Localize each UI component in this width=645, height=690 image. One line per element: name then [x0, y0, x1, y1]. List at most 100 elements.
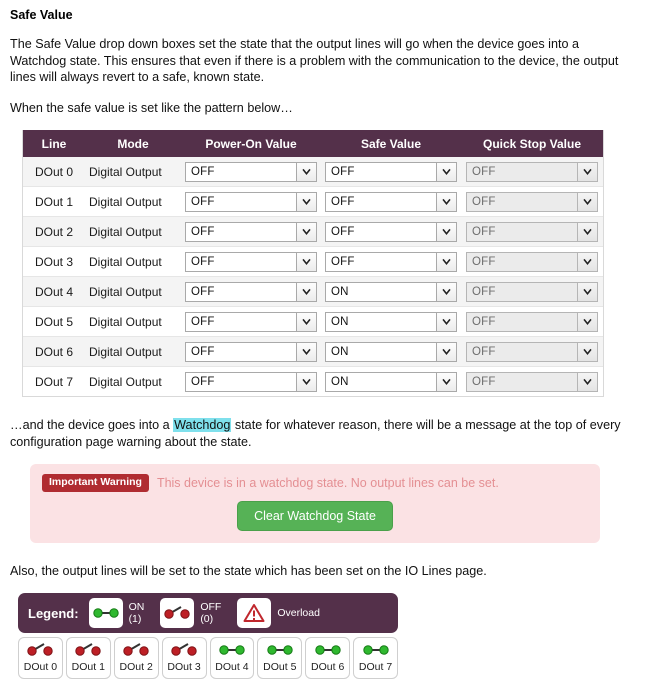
chevron-down-icon[interactable]: [436, 372, 456, 391]
safe-value-select-3[interactable]: OFF: [325, 251, 457, 272]
power-on-value-select-0[interactable]: OFF: [185, 161, 317, 182]
safe-value-select-0[interactable]: OFF: [325, 161, 457, 182]
quick-stop-value-select-6-value: OFF: [472, 345, 496, 358]
safe-value-select-4[interactable]: ON: [325, 281, 457, 302]
switch-closed-green-icon: [362, 643, 389, 661]
row-safe-value-cell: ON: [321, 276, 461, 307]
page-title: Safe Value: [10, 8, 73, 22]
io-line-button-dout-2[interactable]: DOut 2: [113, 637, 159, 679]
row-line-label: DOut 3: [23, 246, 85, 277]
legend-off-line1: OFF: [200, 601, 222, 613]
legend-overload-line1: Overload: [277, 607, 320, 619]
safe-value-select-1-value: OFF: [331, 195, 355, 208]
chevron-down-icon[interactable]: [436, 222, 456, 241]
chevron-down-icon[interactable]: [436, 342, 456, 361]
row-power-on-cell: OFF: [181, 367, 321, 397]
legend-on-line1: ON: [128, 601, 145, 613]
chevron-down-icon[interactable]: [296, 312, 316, 331]
chevron-down-icon[interactable]: [436, 312, 456, 331]
row-quick-stop-cell: OFF: [461, 367, 603, 397]
row-mode-label: Digital Output: [85, 276, 181, 307]
documentation-page: Safe Value The Safe Value drop down boxe…: [0, 0, 645, 679]
safe-value-select-2[interactable]: OFF: [325, 221, 457, 242]
io-line-button-dout-5[interactable]: DOut 5: [257, 637, 303, 679]
row-safe-value-cell: OFF: [321, 246, 461, 277]
row-line-label: DOut 0: [23, 157, 85, 187]
quick-stop-value-select-3-value: OFF: [472, 255, 496, 268]
row-power-on-cell: OFF: [181, 157, 321, 187]
safe-value-select-5-value: ON: [331, 315, 349, 328]
row-safe-value-cell: ON: [321, 306, 461, 337]
power-on-value-select-3[interactable]: OFF: [185, 251, 317, 272]
legend-label: Legend:: [28, 605, 79, 621]
io-config-table-container: Line Mode Power-On Value Safe Value Quic…: [22, 130, 604, 397]
power-on-value-select-5[interactable]: OFF: [185, 311, 317, 332]
row-mode-label: Digital Output: [85, 157, 181, 187]
power-on-value-select-2[interactable]: OFF: [185, 221, 317, 242]
row-mode-label: Digital Output: [85, 216, 181, 247]
chevron-down-icon[interactable]: [296, 372, 316, 391]
chevron-down-icon[interactable]: [296, 282, 316, 301]
row-safe-value-cell: OFF: [321, 157, 461, 187]
io-line-button-dout-3[interactable]: DOut 3: [161, 637, 207, 679]
column-header-safe-value: Safe Value: [321, 130, 461, 157]
safe-value-select-6[interactable]: ON: [325, 341, 457, 362]
table-row: DOut 0 Digital Output OFF OFF OFF: [23, 157, 603, 187]
quick-stop-value-select-5: OFF: [466, 311, 598, 332]
io-line-button-dout-1[interactable]: DOut 1: [65, 637, 111, 679]
watchdog-warning-panel: Important Warning This device is in a wa…: [30, 464, 600, 543]
row-mode-label: Digital Output: [89, 374, 162, 389]
safe-value-select-7[interactable]: ON: [325, 371, 457, 392]
switch-open-red-icon: [75, 643, 102, 661]
chevron-down-icon[interactable]: [436, 252, 456, 271]
row-line-label: DOut 4: [23, 276, 85, 307]
row-quick-stop-cell: OFF: [461, 246, 603, 277]
power-on-value-select-6-value: OFF: [191, 345, 215, 358]
chevron-down-icon[interactable]: [296, 252, 316, 271]
io-lines-widget: Legend: ON (1) OFF (0) Overload DOut 0 D…: [18, 593, 398, 679]
power-on-value-select-7-value: OFF: [191, 375, 215, 388]
safe-value-select-0-value: OFF: [331, 165, 355, 178]
chevron-down-icon: [577, 282, 597, 301]
chevron-down-icon[interactable]: [296, 162, 316, 181]
io-line-button-dout-4[interactable]: DOut 4: [209, 637, 255, 679]
chevron-down-icon[interactable]: [296, 222, 316, 241]
power-on-value-select-6[interactable]: OFF: [185, 341, 317, 362]
switch-open-red-icon: [123, 643, 149, 661]
io-line-button-dout-6[interactable]: DOut 6: [305, 637, 351, 679]
chevron-down-icon: [577, 222, 597, 241]
chevron-down-icon[interactable]: [436, 162, 456, 181]
safe-value-select-4-value: ON: [331, 285, 349, 298]
row-safe-value-cell: OFF: [321, 186, 461, 217]
power-on-value-select-1[interactable]: OFF: [185, 191, 317, 212]
chevron-down-icon[interactable]: [436, 192, 456, 211]
quick-stop-value-select-1: OFF: [466, 191, 598, 212]
io-line-label: DOut 7: [358, 661, 393, 673]
clear-watchdog-state-button[interactable]: Clear Watchdog State: [237, 500, 393, 531]
power-on-value-select-4[interactable]: OFF: [185, 281, 317, 302]
chevron-down-icon[interactable]: [296, 342, 316, 361]
quick-stop-value-select-7: OFF: [466, 371, 598, 392]
quick-stop-value-select-2: OFF: [466, 221, 598, 242]
legend-text-on: ON (1): [129, 601, 145, 625]
safe-value-select-3-value: OFF: [331, 255, 355, 268]
io-line-label: DOut 2: [119, 661, 153, 673]
row-mode-label: Digital Output: [85, 246, 181, 277]
io-line-button-dout-7[interactable]: DOut 7: [353, 637, 398, 679]
chevron-down-icon: [577, 342, 597, 361]
chevron-down-icon: [577, 312, 597, 331]
chevron-down-icon[interactable]: [296, 192, 316, 211]
safe-value-select-1[interactable]: OFF: [325, 191, 457, 212]
row-quick-stop-cell: OFF: [461, 186, 603, 217]
io-config-table-body: DOut 0 Digital Output OFF OFF OFF DOut 1 Digit…: [23, 157, 603, 396]
watchdog-highlight: Watchdog: [173, 418, 232, 432]
column-header-line: Line: [23, 130, 85, 157]
power-on-value-select-0-value: OFF: [191, 165, 215, 178]
quick-stop-value-select-2-value: OFF: [472, 225, 496, 238]
safe-value-select-5[interactable]: ON: [325, 311, 457, 332]
power-on-value-select-7[interactable]: OFF: [185, 371, 317, 392]
table-row: DOut 5 Digital Output OFF ON OFF: [23, 306, 603, 337]
io-config-table: Line Mode Power-On Value Safe Value Quic…: [23, 130, 603, 396]
chevron-down-icon[interactable]: [436, 282, 456, 301]
io-line-button-dout-0[interactable]: DOut 0: [18, 637, 63, 679]
